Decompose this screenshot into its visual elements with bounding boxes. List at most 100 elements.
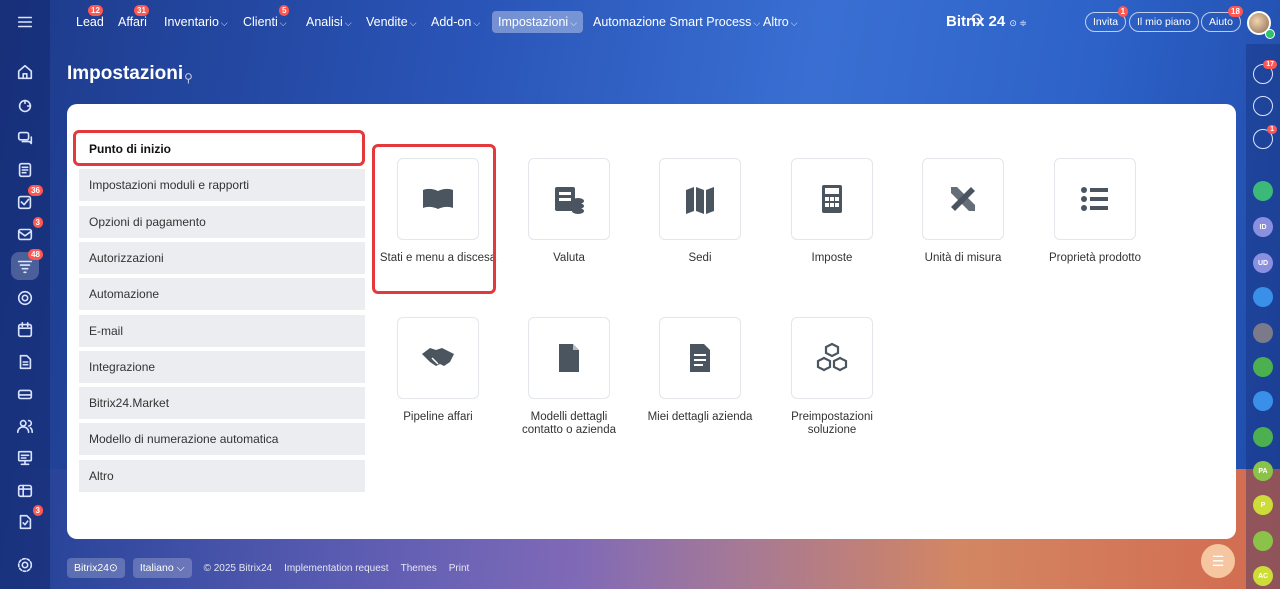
right-rail-item-label: AC	[1257, 572, 1269, 580]
footer-brand-button[interactable]: Bitrix24⊙	[67, 558, 125, 578]
settings-tile[interactable]: Unità di misura	[903, 158, 1023, 265]
settings-menu-item[interactable]: Impostazioni moduli e rapporti	[79, 169, 365, 202]
nav-item-affari[interactable]: Affari 31	[112, 5, 153, 33]
chat-icon[interactable]	[11, 124, 39, 152]
presentation-icon[interactable]	[11, 444, 39, 472]
mail-badge: 3	[32, 217, 43, 228]
settings-tile[interactable]: Sedi	[640, 158, 760, 265]
stream-icon[interactable]	[11, 92, 39, 120]
settings-menu-item[interactable]: E-mail	[79, 314, 365, 347]
right-rail-item-14[interactable]: AC	[1253, 566, 1273, 586]
invite-button[interactable]: Invita 1	[1085, 6, 1129, 32]
approvals-badge: 3	[32, 505, 43, 516]
feedback-list-icon[interactable]: ☰	[1201, 544, 1235, 578]
calculator-icon	[791, 158, 873, 240]
settings-menu-item[interactable]: Autorizzazioni	[79, 241, 365, 274]
right-rail-item-label: PA	[1258, 467, 1268, 475]
settings-gear-icon[interactable]	[11, 551, 39, 579]
right-rail-item-11[interactable]: PA	[1253, 461, 1273, 481]
settings-menu-item[interactable]: Altro	[79, 459, 365, 492]
nav-item-altro[interactable]: Altro ⌵	[757, 11, 804, 33]
my-plan-button[interactable]: Il mio piano	[1129, 12, 1199, 32]
right-rail-badge: 17	[1263, 60, 1277, 69]
chevron-down-icon: ⌵	[279, 18, 287, 28]
pin-icon[interactable]: ⚲	[184, 71, 193, 85]
nav-item-add-on[interactable]: Add-on ⌵	[425, 11, 486, 33]
nav-item-analisi[interactable]: Analisi ⌵	[300, 11, 358, 33]
drive-icon[interactable]	[11, 380, 39, 408]
nav-item-label: Clienti	[243, 15, 278, 29]
nav-item-vendite[interactable]: Vendite ⌵	[360, 11, 423, 33]
settings-tile[interactable]: Pipeline affari	[378, 317, 498, 424]
cubes-icon	[791, 317, 873, 399]
crm-filter-icon[interactable]: 48	[11, 249, 43, 280]
target-icon[interactable]	[11, 284, 39, 312]
right-rail-item-12[interactable]: P	[1253, 495, 1273, 515]
print-link[interactable]: Print	[449, 563, 470, 574]
nav-badge: 31	[134, 5, 149, 16]
mail-icon[interactable]: 3	[11, 217, 43, 248]
right-rail-item-2[interactable]: 1	[1253, 125, 1277, 149]
right-rail-item-5[interactable]: UD	[1253, 253, 1273, 273]
documents-icon[interactable]	[11, 348, 39, 376]
right-rail-item-10[interactable]	[1253, 427, 1273, 447]
left-sidebar: 36 3 48 3	[0, 0, 50, 589]
crm-badge: 48	[28, 249, 43, 260]
right-rail-item-13[interactable]	[1253, 531, 1273, 551]
tile-label: Preimpostazioni soluzione	[791, 411, 873, 436]
settings-menu-item[interactable]: Integrazione	[79, 350, 365, 383]
nav-item-lead[interactable]: Lead 12	[70, 5, 110, 33]
right-rail-item-label: P	[1260, 501, 1266, 509]
settings-menu-item[interactable]: Bitrix24.Market	[79, 387, 365, 420]
chevron-down-icon: ⌵	[409, 18, 417, 28]
settings-tile[interactable]: Valuta	[509, 158, 629, 265]
tasks-icon[interactable]: 36	[11, 185, 43, 216]
settings-tile[interactable]: Modelli dettagli contatto o azienda	[509, 317, 629, 437]
approvals-icon[interactable]: 3	[11, 505, 43, 536]
footer: Bitrix24⊙ Italiano ⌵ © 2025 Bitrix24 Imp…	[67, 558, 469, 578]
workgroups-icon[interactable]	[11, 476, 39, 504]
settings-tile[interactable]: Miei dettagli azienda	[640, 317, 760, 424]
nav-item-label: Altro	[763, 15, 789, 29]
implementation-request-link[interactable]: Implementation request	[284, 563, 389, 574]
tile-label: Proprietà prodotto	[1048, 252, 1142, 264]
right-rail-item-7[interactable]	[1253, 323, 1273, 343]
online-status-icon	[1265, 29, 1275, 39]
right-rail-item-1[interactable]	[1253, 96, 1273, 116]
right-rail-item-9[interactable]	[1253, 391, 1273, 411]
nav-badge: 12	[88, 5, 103, 16]
help-button[interactable]: Aiuto 18	[1201, 6, 1243, 32]
right-rail-item-6[interactable]	[1253, 287, 1273, 307]
tile-label: Imposte	[811, 252, 853, 264]
hamburger-menu-icon[interactable]	[11, 8, 39, 36]
nav-item-automazione-smart-process[interactable]: Automazione Smart Process ⌵	[587, 11, 766, 33]
right-rail-item-3[interactable]	[1253, 181, 1273, 201]
settings-menu-item[interactable]: Opzioni di pagamento	[79, 205, 365, 238]
themes-link[interactable]: Themes	[401, 563, 437, 574]
right-rail-item-4[interactable]: ID	[1253, 217, 1273, 237]
settings-tile[interactable]: Proprietà prodotto	[1035, 158, 1155, 265]
nav-item-inventario[interactable]: Inventario ⌵	[158, 11, 234, 33]
calendar-icon[interactable]	[11, 316, 39, 344]
right-sidebar: 17 1 ID UD PA P AC	[1246, 44, 1280, 589]
settings-tile[interactable]: Imposte	[772, 158, 892, 265]
settings-menu-item[interactable]: Modello di numerazione automatica	[79, 423, 365, 456]
right-rail-item-8[interactable]	[1253, 357, 1273, 377]
nav-item-clienti[interactable]: Clienti ⌵ 5	[237, 5, 293, 33]
highlight-frame-menu	[73, 130, 365, 166]
tile-label: Modelli dettagli contatto o azienda	[522, 411, 616, 436]
highlight-frame-tile	[372, 144, 496, 294]
nav-item-impostazioni[interactable]: Impostazioni ⌵	[492, 11, 584, 33]
settings-tile[interactable]: Preimpostazioni soluzione	[772, 317, 892, 437]
nav-item-label: Add-on	[431, 15, 472, 29]
settings-menu-item[interactable]: Automazione	[79, 278, 365, 311]
right-rail-item-0[interactable]: 17	[1253, 60, 1277, 84]
chevron-down-icon: ⌵	[790, 18, 798, 28]
nav-item-label: Vendite	[366, 15, 408, 29]
bitrix24-logo[interactable]: Bitrix 24 ⊙ ≑	[946, 13, 1027, 30]
home-icon[interactable]	[11, 58, 39, 86]
language-selector[interactable]: Italiano ⌵	[132, 558, 192, 578]
nav-badge: 5	[279, 5, 290, 16]
feed-icon[interactable]	[11, 156, 39, 184]
employees-icon[interactable]	[11, 412, 39, 440]
